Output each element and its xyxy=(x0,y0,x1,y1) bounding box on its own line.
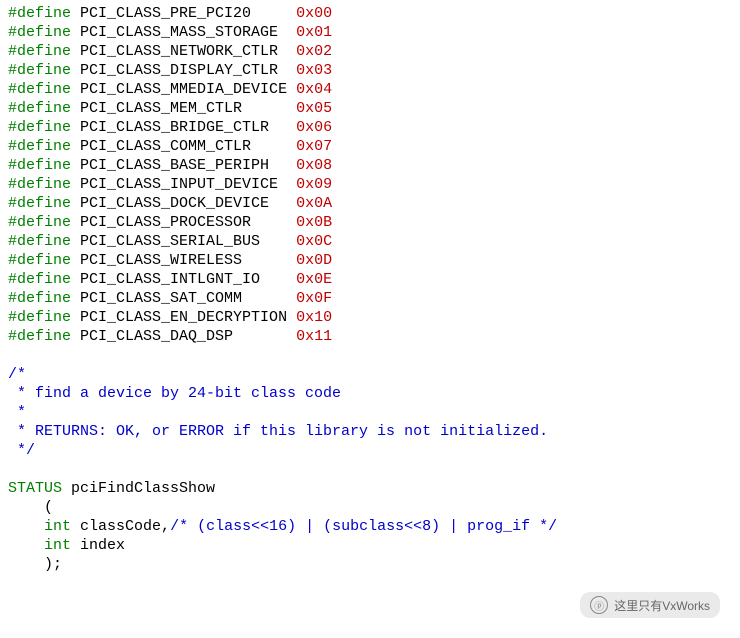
define-keyword: #define xyxy=(8,157,71,174)
define-value: 0x0C xyxy=(296,233,332,250)
comment-line: /* xyxy=(8,366,26,383)
code-block: #define PCI_CLASS_PRE_PCI20 0x00 #define… xyxy=(0,0,740,578)
define-keyword: #define xyxy=(8,328,71,345)
define-keyword: #define xyxy=(8,176,71,193)
define-keyword: #define xyxy=(8,138,71,155)
define-keyword: #define xyxy=(8,100,71,117)
define-keyword: #define xyxy=(8,233,71,250)
define-value: 0x08 xyxy=(296,157,332,174)
define-value: 0x10 xyxy=(296,309,332,326)
define-name: PCI_CLASS_BASE_PERIPH xyxy=(80,157,287,174)
comment-line: * find a device by 24-bit class code xyxy=(8,385,341,402)
close-paren: ); xyxy=(8,556,62,573)
define-name: PCI_CLASS_BRIDGE_CTLR xyxy=(80,119,287,136)
define-value: 0x03 xyxy=(296,62,332,79)
define-name: PCI_CLASS_MEM_CTLR xyxy=(80,100,287,117)
define-value: 0x0E xyxy=(296,271,332,288)
watermark-badge: ⓟ 这里只有VxWorks xyxy=(580,592,720,618)
define-keyword: #define xyxy=(8,195,71,212)
define-name: PCI_CLASS_PRE_PCI20 xyxy=(80,5,287,22)
define-keyword: #define xyxy=(8,290,71,307)
define-keyword: #define xyxy=(8,62,71,79)
define-value: 0x02 xyxy=(296,43,332,60)
define-name: PCI_CLASS_MMEDIA_DEVICE xyxy=(80,81,287,98)
define-name: PCI_CLASS_WIRELESS xyxy=(80,252,287,269)
define-name: PCI_CLASS_SERIAL_BUS xyxy=(80,233,287,250)
comment-line: */ xyxy=(8,442,35,459)
define-value: 0x04 xyxy=(296,81,332,98)
define-keyword: #define xyxy=(8,309,71,326)
define-keyword: #define xyxy=(8,252,71,269)
return-type: STATUS xyxy=(8,480,62,497)
define-name: PCI_CLASS_INPUT_DEVICE xyxy=(80,176,287,193)
param-type: int xyxy=(44,518,71,535)
define-keyword: #define xyxy=(8,271,71,288)
param-comment: /* (class<<16) | (subclass<<8) | prog_if… xyxy=(170,518,557,535)
define-value: 0x0D xyxy=(296,252,332,269)
define-name: PCI_CLASS_MASS_STORAGE xyxy=(80,24,287,41)
define-value: 0x0B xyxy=(296,214,332,231)
comment-line: * RETURNS: OK, or ERROR if this library … xyxy=(8,423,548,440)
open-paren: ( xyxy=(8,499,53,516)
define-value: 0x00 xyxy=(296,5,332,22)
define-name: PCI_CLASS_INTLGNT_IO xyxy=(80,271,287,288)
define-value: 0x11 xyxy=(296,328,332,345)
define-value: 0x07 xyxy=(296,138,332,155)
wechat-icon: ⓟ xyxy=(590,596,608,614)
define-keyword: #define xyxy=(8,81,71,98)
define-name: PCI_CLASS_EN_DECRYPTION xyxy=(80,309,287,326)
define-name: PCI_CLASS_DOCK_DEVICE xyxy=(80,195,287,212)
define-name: PCI_CLASS_NETWORK_CTLR xyxy=(80,43,287,60)
define-value: 0x09 xyxy=(296,176,332,193)
define-name: PCI_CLASS_DAQ_DSP xyxy=(80,328,287,345)
define-value: 0x0F xyxy=(296,290,332,307)
param-name: classCode, xyxy=(80,518,170,535)
param-type: int xyxy=(44,537,71,554)
define-name: PCI_CLASS_PROCESSOR xyxy=(80,214,287,231)
define-name: PCI_CLASS_COMM_CTLR xyxy=(80,138,287,155)
define-value: 0x0A xyxy=(296,195,332,212)
define-keyword: #define xyxy=(8,119,71,136)
define-value: 0x06 xyxy=(296,119,332,136)
param-name: index xyxy=(80,537,125,554)
define-value: 0x05 xyxy=(296,100,332,117)
define-name: PCI_CLASS_DISPLAY_CTLR xyxy=(80,62,287,79)
define-name: PCI_CLASS_SAT_COMM xyxy=(80,290,287,307)
define-keyword: #define xyxy=(8,214,71,231)
watermark-text: 这里只有VxWorks xyxy=(614,597,710,614)
comment-line: * xyxy=(8,404,26,421)
define-keyword: #define xyxy=(8,24,71,41)
define-keyword: #define xyxy=(8,5,71,22)
function-name: pciFindClassShow xyxy=(71,480,215,497)
define-value: 0x01 xyxy=(296,24,332,41)
define-keyword: #define xyxy=(8,43,71,60)
